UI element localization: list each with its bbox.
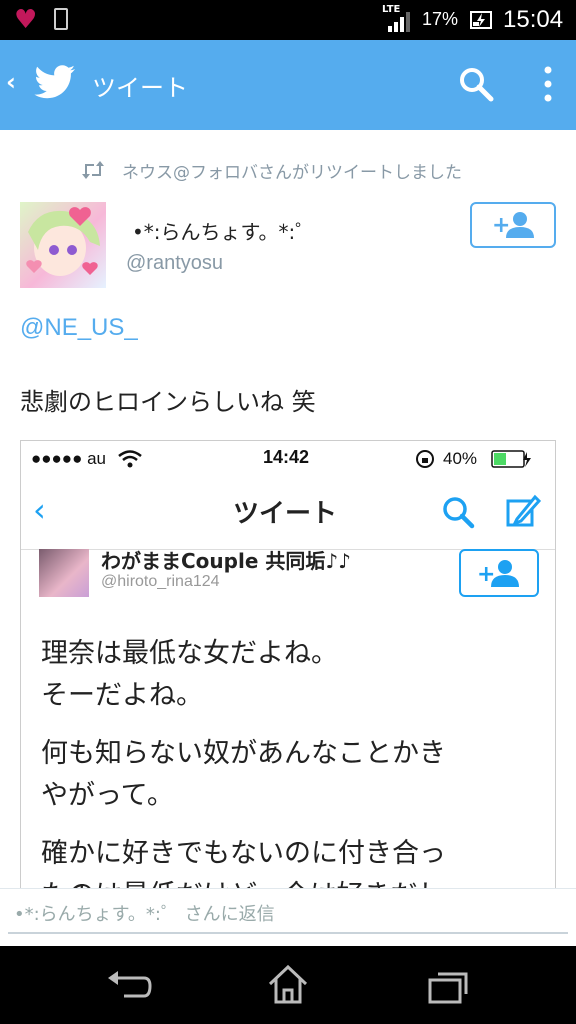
embedded-title: ツイート — [233, 499, 338, 529]
embedded-follow-button: + — [459, 549, 539, 597]
embedded-back-icon: ‹ — [33, 491, 46, 529]
retweet-icon — [82, 161, 104, 179]
user-handle[interactable]: @rantyosu — [126, 252, 223, 275]
recent-apps-icon[interactable] — [426, 968, 470, 1004]
follow-button[interactable]: + — [470, 202, 556, 248]
retweet-notice: ネウス@フォロバさんがリツイートしました — [122, 163, 462, 183]
embedded-text-line: そーだよね。 — [41, 680, 203, 711]
add-user-icon: + — [492, 212, 534, 238]
embedded-text-line: やがって。 — [41, 780, 174, 811]
overflow-menu-icon[interactable] — [538, 64, 558, 104]
embedded-user-handle: @hiroto_rina124 — [101, 573, 220, 590]
embedded-add-user-icon: + — [477, 560, 519, 587]
embedded-user-name: わがままCouple 共同垢♪♪ — [101, 549, 351, 573]
phone-notification-icon — [54, 8, 68, 30]
clock: 15:04 — [503, 6, 564, 33]
embedded-search-icon — [443, 497, 475, 529]
battery-percent: 17% — [422, 9, 459, 29]
back-icon[interactable] — [104, 968, 154, 1004]
reply-input-underline — [8, 932, 568, 934]
battery-charging-icon — [470, 11, 492, 29]
battery-icon — [491, 450, 531, 468]
rotation-lock-icon — [416, 450, 434, 468]
reply-input[interactable]: •*:らんちょす。*:゜ さんに返信 — [14, 900, 275, 926]
embedded-screenshot[interactable]: ●●●●● au 14:42 40% ‹ ツイート わがままCouple 共同垢… — [20, 440, 556, 890]
embedded-text-line: 何も知らない奴があんなことかき — [41, 738, 446, 769]
heart-notification-icon: ♥ — [14, 5, 38, 35]
display-name[interactable]: •*:らんちょす。*:゜ — [132, 216, 315, 245]
mention-link[interactable]: @NE_US_ — [20, 314, 138, 342]
embedded-carrier: ●●●●● au — [31, 449, 106, 468]
signal-icon — [388, 12, 410, 32]
avatar-illustration — [26, 207, 100, 276]
embedded-battery-percent: 40% — [443, 449, 478, 468]
compose-icon — [506, 494, 541, 527]
embedded-avatar — [39, 549, 89, 597]
home-icon[interactable] — [266, 962, 310, 1006]
page-title: ツイート — [92, 74, 188, 102]
embedded-text-line: 理奈は最低な女だよね。 — [41, 638, 338, 669]
embedded-text-line: 確かに好きでもないのに付き合っ — [41, 838, 446, 869]
twitter-bird-icon[interactable] — [34, 64, 76, 100]
embedded-time: 14:42 — [263, 447, 310, 467]
back-chevron-icon[interactable]: ‹ — [6, 68, 16, 96]
avatar[interactable] — [20, 202, 106, 288]
wifi-icon — [118, 450, 142, 468]
search-icon[interactable] — [458, 66, 494, 102]
tweet-text: 悲劇のヒロインらしいね 笑 — [20, 388, 316, 416]
